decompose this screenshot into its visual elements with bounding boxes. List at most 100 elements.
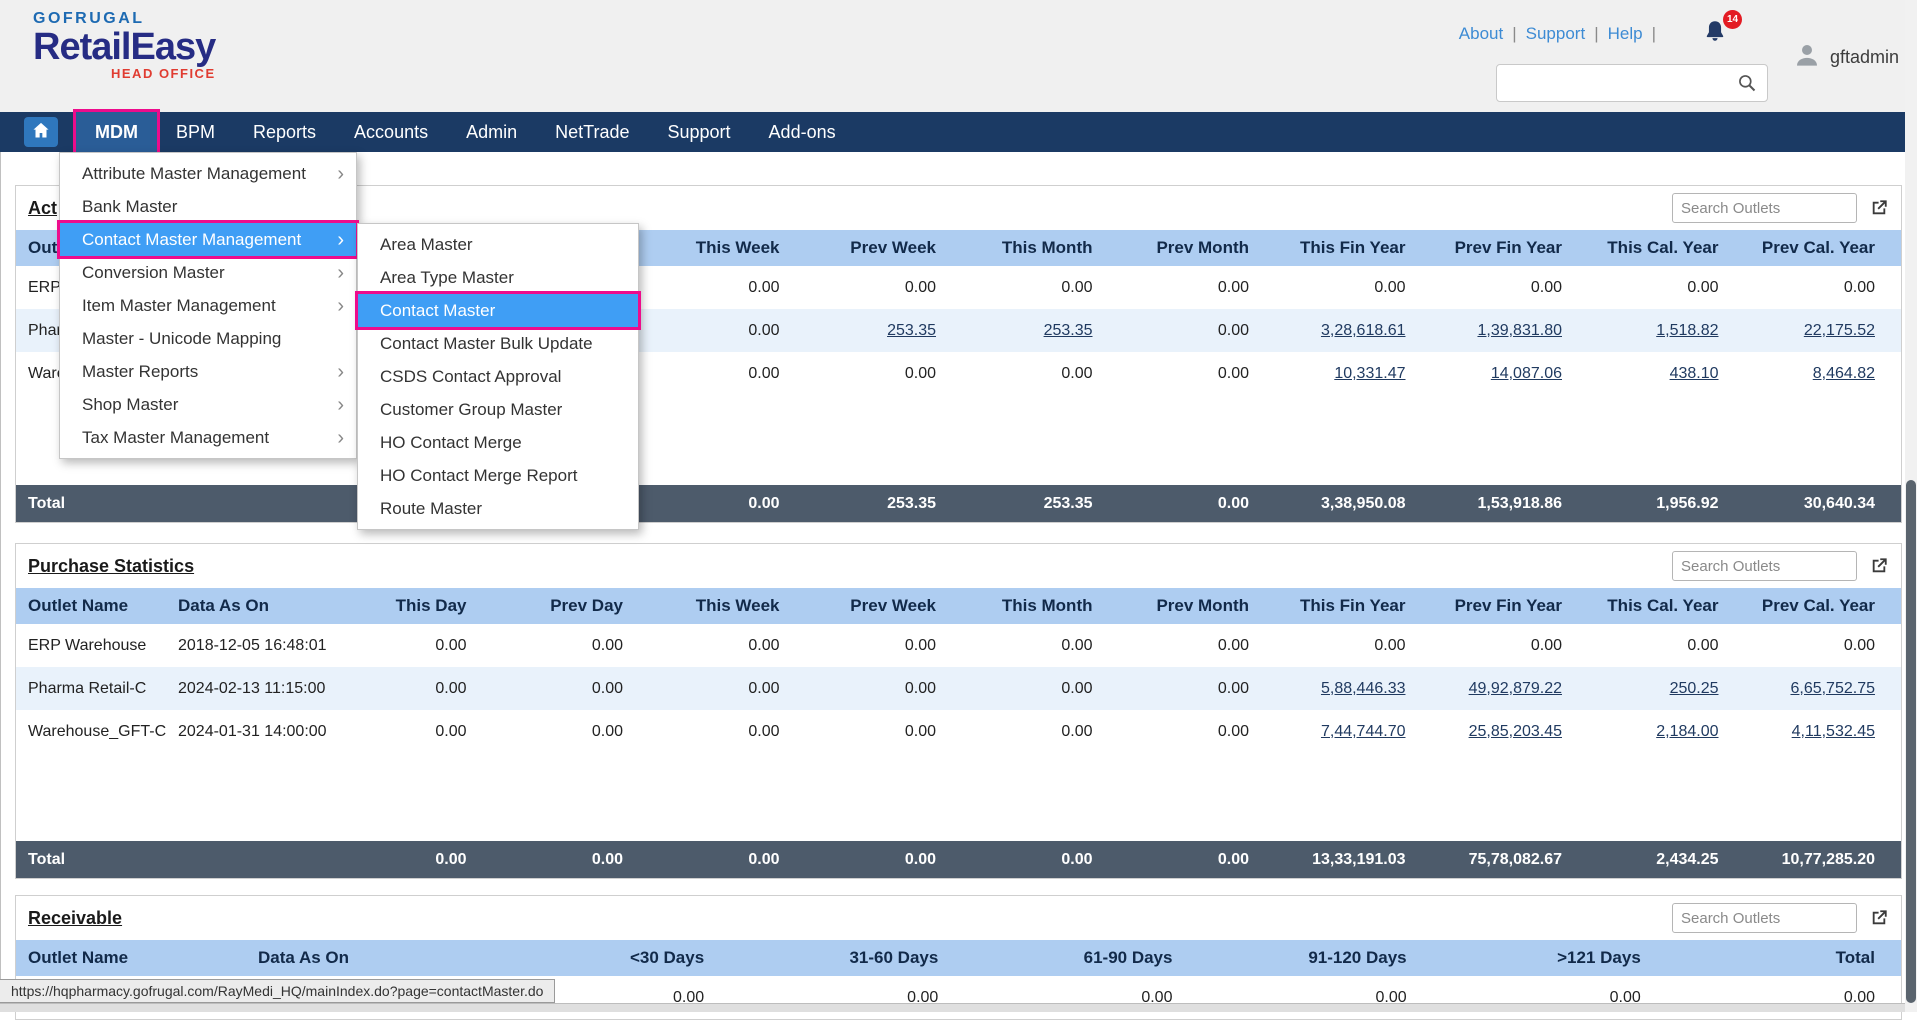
link-separator: | <box>1652 24 1656 43</box>
drilldown-link[interactable]: 438.10 <box>1670 365 1719 382</box>
window-bottom-edge <box>0 1003 1917 1012</box>
search-outlets-input[interactable] <box>1672 193 1857 223</box>
nav-item-reports[interactable]: Reports <box>234 112 335 152</box>
home-button[interactable] <box>24 117 58 147</box>
search-outlets-input[interactable] <box>1672 903 1857 933</box>
open-in-new-icon[interactable] <box>1869 198 1889 218</box>
drilldown-link[interactable]: 253.35 <box>887 322 936 339</box>
panel-title: Act <box>28 198 57 219</box>
help-link[interactable]: Help <box>1608 24 1643 43</box>
submenu-item-route-master[interactable]: Route Master <box>358 492 638 525</box>
about-link[interactable]: About <box>1459 24 1503 43</box>
drilldown-link[interactable]: 7,44,744.70 <box>1321 723 1406 740</box>
menu-item-master-reports[interactable]: Master Reports› <box>60 355 356 388</box>
menu-item-conversion-master[interactable]: Conversion Master› <box>60 256 356 289</box>
nav-item-accounts[interactable]: Accounts <box>335 112 447 152</box>
panel-tools <box>1672 193 1889 223</box>
drilldown-link[interactable]: 5,88,446.33 <box>1321 680 1406 697</box>
menu-item-bank-master[interactable]: Bank Master <box>60 190 356 223</box>
menu-item-attribute-master-management[interactable]: Attribute Master Management› <box>60 157 356 190</box>
submenu-item-ho-contact-merge-report[interactable]: HO Contact Merge Report <box>358 459 638 492</box>
submenu-item-area-type-master[interactable]: Area Type Master <box>358 261 638 294</box>
global-search-input[interactable] <box>1497 65 1737 101</box>
submenu-item-ho-contact-merge[interactable]: HO Contact Merge <box>358 426 638 459</box>
total-value-cell: 75,78,082.67 <box>1432 841 1589 878</box>
submenu-item-csds-contact-approval[interactable]: CSDS Contact Approval <box>358 360 638 393</box>
value-cell: 0.00 <box>493 667 650 710</box>
column-header-outlet-name: Outlet Name <box>16 940 246 976</box>
total-value-cell: 13,33,191.03 <box>1275 841 1432 878</box>
notifications-button[interactable]: 14 <box>1701 18 1731 48</box>
drilldown-link[interactable]: 2,184.00 <box>1656 723 1718 740</box>
menu-item-item-master-management[interactable]: Item Master Management› <box>60 289 356 322</box>
submenu-item-area-master[interactable]: Area Master <box>358 228 638 261</box>
chevron-right-icon: › <box>337 263 344 283</box>
menu-item-master-unicode-mapping[interactable]: Master - Unicode Mapping <box>60 322 356 355</box>
total-value-cell: 0.00 <box>493 841 650 878</box>
drilldown-link[interactable]: 22,175.52 <box>1804 322 1875 339</box>
menu-item-tax-master-management[interactable]: Tax Master Management› <box>60 421 356 454</box>
value-cell: 438.10 <box>1588 352 1745 395</box>
value-cell: 0.00 <box>1745 266 1902 309</box>
value-cell: 2,184.00 <box>1588 710 1745 753</box>
menu-item-label: Master - Unicode Mapping <box>82 329 281 349</box>
drilldown-link[interactable]: 250.25 <box>1670 680 1719 697</box>
drilldown-link[interactable]: 6,65,752.75 <box>1790 680 1875 697</box>
drilldown-link[interactable]: 1,518.82 <box>1656 322 1718 339</box>
vertical-scrollbar[interactable] <box>1905 0 1917 1012</box>
drilldown-link[interactable]: 49,92,879.22 <box>1469 680 1562 697</box>
drilldown-link[interactable]: 8,464.82 <box>1813 365 1875 382</box>
support-link[interactable]: Support <box>1526 24 1586 43</box>
data-as-on-cell: 2024-02-13 11:15:00 <box>166 667 336 710</box>
total-label: Total <box>16 485 166 522</box>
menu-item-contact-master-management[interactable]: Contact Master Management› <box>60 223 356 256</box>
drilldown-link[interactable]: 4,11,532.45 <box>1792 723 1875 740</box>
menu-item-shop-master[interactable]: Shop Master› <box>60 388 356 421</box>
column-header-total: Total <box>1667 940 1901 976</box>
value-cell: 0.00 <box>962 352 1119 395</box>
data-as-on-cell: 2018-12-05 16:48:01 <box>166 624 336 667</box>
drilldown-link[interactable]: 14,087.06 <box>1491 365 1562 382</box>
total-empty-cell <box>166 485 336 522</box>
value-cell: 0.00 <box>336 667 493 710</box>
submenu-item-contact-master-bulk-update[interactable]: Contact Master Bulk Update <box>358 327 638 360</box>
value-cell: 0.00 <box>1119 266 1276 309</box>
table-wrap: Outlet NameData As OnThis DayPrev DayThi… <box>16 588 1901 878</box>
nav-item-admin[interactable]: Admin <box>447 112 536 152</box>
open-in-new-icon[interactable] <box>1869 908 1889 928</box>
submenu-item-customer-group-master[interactable]: Customer Group Master <box>358 393 638 426</box>
value-cell: 0.00 <box>1275 624 1432 667</box>
search-outlets-input[interactable] <box>1672 551 1857 581</box>
nav-item-nettrade[interactable]: NetTrade <box>536 112 648 152</box>
open-in-new-icon[interactable] <box>1869 556 1889 576</box>
submenu-item-contact-master[interactable]: Contact Master <box>358 294 638 327</box>
panel-tools <box>1672 551 1889 581</box>
drilldown-link[interactable]: 253.35 <box>1044 322 1093 339</box>
mdm-dropdown-menu: Attribute Master Management› Bank Master C… <box>59 152 357 459</box>
nav-item-mdm[interactable]: MDM <box>76 112 157 152</box>
drilldown-link[interactable]: 10,331.47 <box>1334 365 1405 382</box>
panel-head: Receivable <box>16 896 1901 940</box>
table-header-row: Outlet NameData As OnThis DayPrev DayThi… <box>16 588 1901 624</box>
drilldown-link[interactable]: 3,28,618.61 <box>1321 322 1406 339</box>
user-menu[interactable]: gftadmin <box>1792 40 1899 75</box>
value-cell: 3,28,618.61 <box>1275 309 1432 352</box>
search-icon[interactable] <box>1737 73 1757 93</box>
chevron-right-icon: › <box>337 428 344 448</box>
nav-item-support[interactable]: Support <box>649 112 750 152</box>
total-value-cell: 3,38,950.08 <box>1275 485 1432 522</box>
drilldown-link[interactable]: 25,85,203.45 <box>1469 723 1562 740</box>
outlet-name-cell: Warehouse_GFT-C <box>16 710 166 753</box>
menu-item-label: Bank Master <box>82 197 177 217</box>
nav-item-bpm[interactable]: BPM <box>157 112 234 152</box>
value-cell: 0.00 <box>649 352 806 395</box>
column-header-this-week: This Week <box>649 588 806 624</box>
value-cell: 0.00 <box>806 710 963 753</box>
outlet-name-cell: ERP Warehouse <box>16 624 166 667</box>
scrollbar-thumb[interactable] <box>1906 480 1916 1003</box>
value-cell: 0.00 <box>1275 266 1432 309</box>
menu-item-label: Area Type Master <box>380 268 514 288</box>
nav-item-add-ons[interactable]: Add-ons <box>750 112 855 152</box>
drilldown-link[interactable]: 1,39,831.80 <box>1477 322 1562 339</box>
column-header-data-as-on: Data As On <box>166 588 336 624</box>
